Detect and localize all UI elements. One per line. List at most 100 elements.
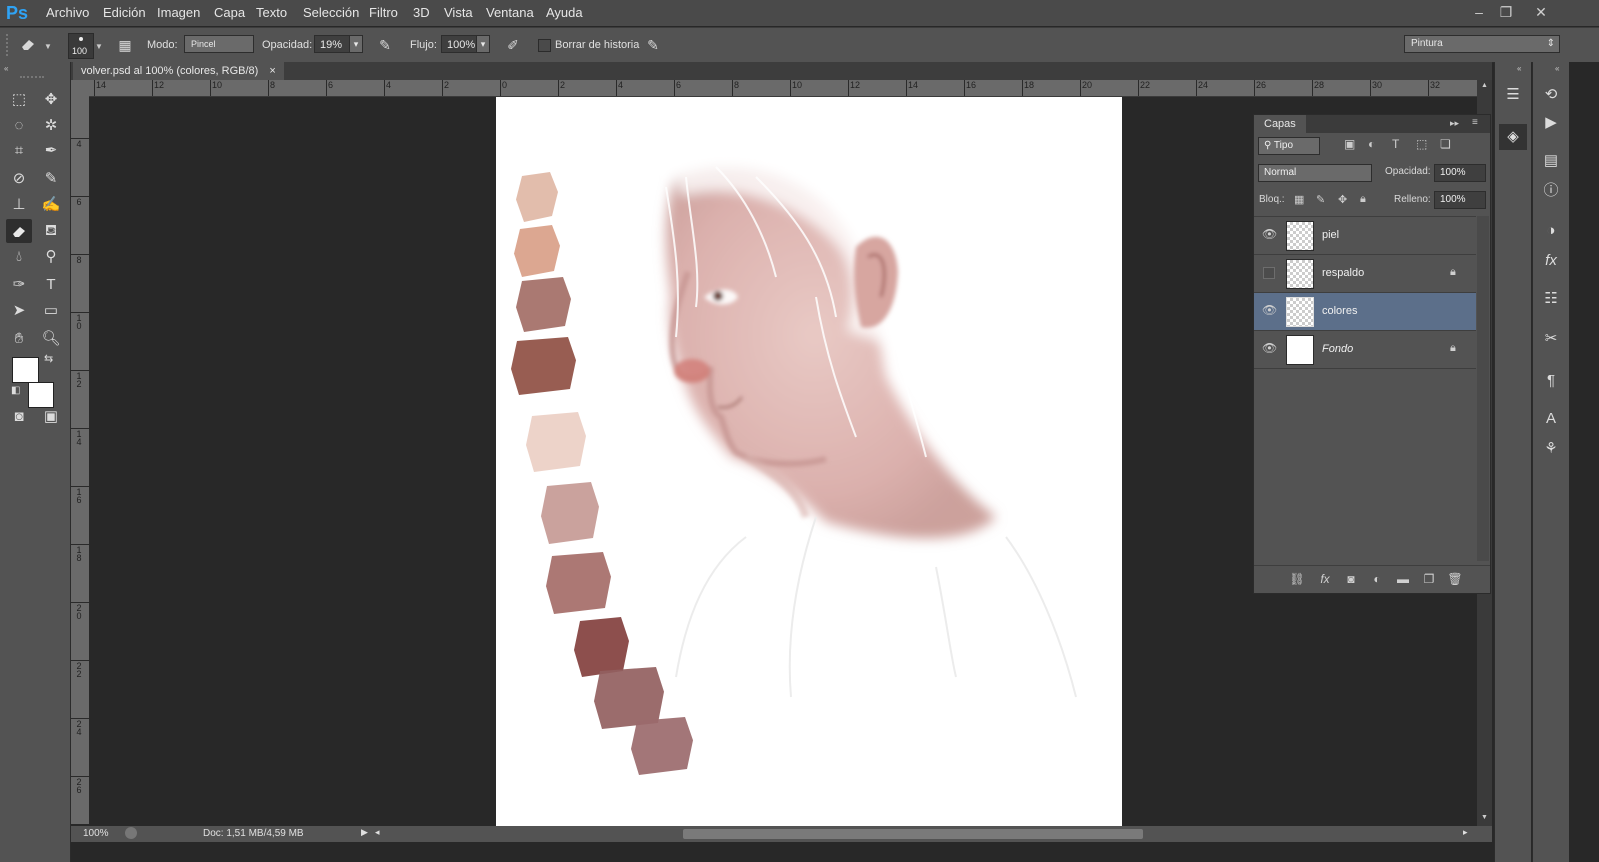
new-group-icon[interactable]: ▬ bbox=[1394, 570, 1412, 588]
brush-panel-icon[interactable]: ▦ bbox=[115, 35, 135, 55]
adjustments-panel-icon[interactable]: ☷ bbox=[1537, 286, 1565, 312]
filter-smart-object-icon[interactable]: ❏ bbox=[1440, 137, 1451, 151]
eyedropper-tool-icon[interactable]: ✒ bbox=[38, 139, 64, 163]
pressure-opacity-icon[interactable]: ✎ bbox=[375, 35, 395, 55]
brush-tool-icon[interactable]: ✎ bbox=[38, 167, 64, 191]
panel-menu-icon[interactable]: ≡ bbox=[1472, 117, 1478, 128]
path-selection-tool-icon[interactable]: ➤ bbox=[6, 299, 32, 323]
marquee-tool-icon[interactable]: ⬚ bbox=[6, 88, 32, 112]
blur-tool-icon[interactable]: 💧︎ bbox=[6, 245, 32, 269]
menu-3d[interactable]: 3D bbox=[413, 5, 430, 20]
ruler-origin[interactable] bbox=[71, 80, 89, 96]
status-menu-arrow-icon[interactable]: ▶ bbox=[361, 827, 368, 838]
lock-all-icon[interactable]: 🔒︎ bbox=[1360, 193, 1366, 206]
link-layers-icon[interactable]: ⛓ bbox=[1288, 570, 1306, 588]
menu-ventana[interactable]: Ventana bbox=[486, 5, 534, 20]
pen-tool-icon[interactable]: ✑ bbox=[6, 273, 32, 297]
fill-input[interactable]: 100% bbox=[1434, 191, 1486, 209]
clone-stamp-tool-icon[interactable]: ⊥ bbox=[6, 193, 32, 217]
vertical-ruler[interactable]: 4 6 8 10 12 14 16 18 20 22 24 26 bbox=[71, 96, 89, 824]
eraser-icon[interactable] bbox=[18, 35, 38, 55]
visibility-eye-icon[interactable]: 👁︎ bbox=[1262, 303, 1277, 319]
flow-input[interactable]: 100% bbox=[441, 35, 477, 53]
healing-brush-tool-icon[interactable]: ⊘ bbox=[6, 167, 32, 191]
filter-adjustment-icon[interactable]: ◐ bbox=[1368, 137, 1375, 151]
menu-vista[interactable]: Vista bbox=[444, 5, 473, 20]
swap-colors-icon[interactable]: ⇆ bbox=[44, 352, 53, 365]
tool-preset-dropdown[interactable]: ▼ bbox=[44, 42, 52, 51]
clone-source-icon[interactable]: ⚘ bbox=[1537, 436, 1565, 462]
histogram-panel-icon[interactable]: ▤ bbox=[1537, 148, 1565, 174]
visibility-off-box[interactable] bbox=[1263, 267, 1275, 279]
paragraph-panel-icon[interactable]: ¶ bbox=[1537, 368, 1565, 394]
character-panel-icon[interactable]: A bbox=[1537, 406, 1565, 432]
type-tool-icon[interactable]: T bbox=[38, 273, 64, 297]
flow-dropdown[interactable]: ▾ bbox=[476, 35, 490, 53]
lock-position-icon[interactable]: ✥ bbox=[1338, 193, 1347, 206]
document-canvas[interactable] bbox=[496, 97, 1122, 827]
info-panel-icon[interactable]: ⓘ bbox=[1537, 178, 1565, 204]
brush-size-preview[interactable]: 100 bbox=[68, 33, 94, 59]
brush-picker-dropdown[interactable]: ▼ bbox=[95, 42, 103, 51]
layer-row-colores[interactable]: 👁︎ colores bbox=[1254, 293, 1476, 331]
new-layer-icon[interactable]: ❐ bbox=[1420, 570, 1438, 588]
opacity-input[interactable]: 19% bbox=[314, 35, 350, 53]
menu-texto[interactable]: Texto bbox=[256, 5, 287, 20]
status-info-icon[interactable] bbox=[125, 827, 137, 839]
screen-mode-icon[interactable]: ▣ bbox=[38, 405, 64, 429]
opacity-dropdown[interactable]: ▾ bbox=[349, 35, 363, 53]
blend-mode-select[interactable]: Normal bbox=[1258, 164, 1372, 182]
close-tab-icon[interactable]: × bbox=[269, 65, 275, 77]
color-panel-icon[interactable]: ◑ bbox=[1537, 218, 1565, 244]
scroll-left-icon[interactable]: ◂ bbox=[375, 827, 380, 838]
layer-style-icon[interactable]: fx bbox=[1316, 570, 1334, 588]
scroll-down-icon[interactable]: ▼ bbox=[1481, 814, 1488, 821]
collapse-dock-icon[interactable]: « bbox=[1517, 64, 1521, 73]
document-tab[interactable]: volver.psd al 100% (colores, RGB/8) × bbox=[73, 62, 284, 80]
styles-panel-icon[interactable]: fx bbox=[1537, 248, 1565, 274]
actions-panel-icon[interactable]: ▶ bbox=[1537, 110, 1565, 136]
move-tool-icon[interactable]: ✥ bbox=[38, 88, 64, 112]
zoom-level[interactable]: 100% bbox=[83, 828, 109, 839]
filter-shape-icon[interactable]: ⬚ bbox=[1416, 137, 1427, 151]
properties-panel-icon[interactable]: ☰ bbox=[1499, 82, 1527, 108]
mode-select[interactable]: Pincel bbox=[184, 35, 254, 53]
layer-row-fondo[interactable]: 👁︎ Fondo 🔒︎ bbox=[1254, 331, 1476, 369]
add-mask-icon[interactable]: ◙ bbox=[1342, 570, 1360, 588]
quick-mask-icon[interactable]: ◙ bbox=[6, 405, 32, 429]
menu-filtro[interactable]: Filtro bbox=[369, 5, 398, 20]
collapse-panel-icon[interactable]: ▸▸ bbox=[1450, 118, 1459, 129]
scroll-up-icon[interactable]: ▲ bbox=[1481, 82, 1488, 89]
layer-row-piel[interactable]: 👁︎ piel bbox=[1254, 217, 1476, 255]
filter-pixel-icon[interactable]: ▣ bbox=[1344, 137, 1355, 151]
menu-seleccion[interactable]: Selección bbox=[303, 5, 359, 20]
layers-panel-icon[interactable]: ◈ bbox=[1499, 124, 1527, 150]
layer-row-respaldo[interactable]: respaldo 🔒︎ bbox=[1254, 255, 1476, 293]
layers-scrollbar[interactable] bbox=[1477, 216, 1489, 561]
collapse-dock-icon[interactable]: « bbox=[1555, 64, 1559, 73]
layer-filter-select[interactable]: ⚲ Tipo bbox=[1258, 137, 1320, 155]
horizontal-ruler[interactable]: 14 12 10 8 6 4 2 0 2 4 6 8 10 12 14 16 18 20 22 24 26 28 30 32 bbox=[89, 80, 1477, 97]
history-brush-tool-icon[interactable]: ✍ bbox=[38, 193, 64, 217]
airbrush-icon[interactable]: ✐ bbox=[503, 35, 523, 55]
crop-tool-icon[interactable]: ⌗ bbox=[6, 139, 32, 163]
lock-image-icon[interactable]: ✎ bbox=[1316, 193, 1325, 206]
collapse-toolbar-icon[interactable]: « bbox=[4, 64, 8, 73]
dodge-tool-icon[interactable]: ⚲ bbox=[38, 245, 64, 269]
visibility-eye-icon[interactable]: 👁︎ bbox=[1262, 227, 1277, 243]
eraser-tool-icon[interactable] bbox=[6, 219, 32, 243]
erase-history-checkbox[interactable] bbox=[538, 39, 551, 52]
menu-ayuda[interactable]: Ayuda bbox=[546, 5, 583, 20]
foreground-color-swatch[interactable] bbox=[12, 357, 39, 383]
menu-imagen[interactable]: Imagen bbox=[157, 5, 200, 20]
delete-layer-icon[interactable]: 🗑︎ bbox=[1446, 570, 1464, 588]
horizontal-scroll-thumb[interactable] bbox=[683, 829, 1143, 839]
hand-tool-icon[interactable]: ✋︎ bbox=[6, 327, 32, 351]
menu-archivo[interactable]: Archivo bbox=[46, 5, 89, 20]
magic-wand-tool-icon[interactable]: ✲ bbox=[38, 114, 64, 138]
menu-capa[interactable]: Capa bbox=[214, 5, 245, 20]
rectangle-tool-icon[interactable]: ▭ bbox=[38, 299, 64, 323]
default-colors-icon[interactable]: ◧ bbox=[11, 385, 20, 396]
workspace-select[interactable]: Pintura ⇕ bbox=[1404, 35, 1560, 53]
layer-opacity-input[interactable]: 100% bbox=[1434, 164, 1486, 182]
